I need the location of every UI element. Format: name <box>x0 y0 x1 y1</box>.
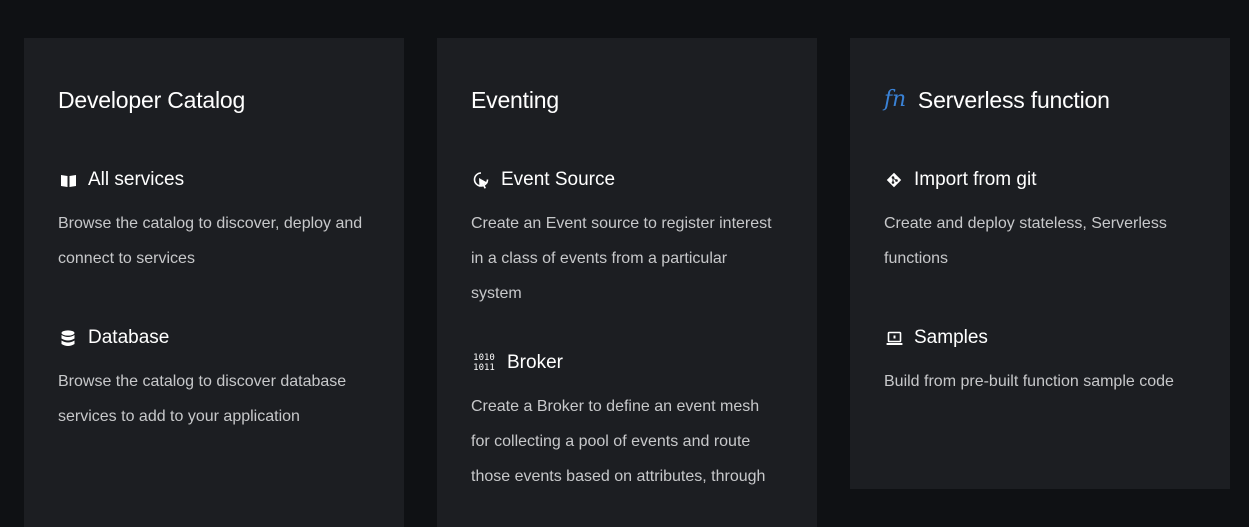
event-source-link[interactable]: Event Source <box>471 166 783 194</box>
git-icon <box>884 170 904 190</box>
database-icon <box>58 328 78 348</box>
serverless-function-title-text: Serverless function <box>917 87 1110 113</box>
serverless-function-card: fn Serverless function Import from git C… <box>850 38 1230 489</box>
database-link[interactable]: Database <box>58 324 370 352</box>
database-item[interactable]: Database Browse the catalog to discover … <box>58 324 370 434</box>
broker-item[interactable]: 1010 1011 Broker Create a Broker to defi… <box>471 349 783 494</box>
samples-label: Samples <box>914 327 988 348</box>
import-from-git-description: Create and deploy stateless, Serverless … <box>884 215 1167 267</box>
eventing-title: Eventing <box>471 87 559 113</box>
database-label: Database <box>88 327 170 348</box>
event-source-label: Event Source <box>501 169 616 190</box>
all-services-description: Browse the catalog to discover, deploy a… <box>58 215 363 267</box>
samples-link[interactable]: Samples <box>884 324 1196 352</box>
binary-broker-icon: 1010 1011 <box>473 353 495 373</box>
samples-description: Build from pre-built function sample cod… <box>884 373 1174 390</box>
event-source-icon <box>471 170 491 190</box>
event-source-description: Create an Event source to register inter… <box>471 215 772 302</box>
broker-label: Broker <box>507 352 563 373</box>
eventing-card: Eventing Event Source Create an Event so… <box>437 38 817 527</box>
samples-item[interactable]: Samples Build from pre-built function sa… <box>884 324 1196 399</box>
all-services-label: All services <box>88 169 185 190</box>
database-description: Browse the catalog to discover database … <box>58 373 347 425</box>
all-services-item[interactable]: All services Browse the catalog to disco… <box>58 166 370 276</box>
import-from-git-item[interactable]: Import from git Create and deploy statel… <box>884 166 1196 276</box>
laptop-icon <box>884 328 904 348</box>
fn-icon: fn <box>884 87 906 112</box>
broker-description: Create a Broker to define an event mesh … <box>471 398 766 485</box>
serverless-function-title: fn Serverless function <box>884 86 1196 114</box>
event-source-item[interactable]: Event Source Create an Event source to r… <box>471 166 783 311</box>
book-icon <box>58 170 78 190</box>
import-from-git-link[interactable]: Import from git <box>884 166 1196 194</box>
import-from-git-label: Import from git <box>914 169 1037 190</box>
broker-link[interactable]: 1010 1011 Broker <box>471 349 783 377</box>
all-services-link[interactable]: All services <box>58 166 370 194</box>
developer-catalog-card: Developer Catalog All services Browse th… <box>24 38 404 527</box>
add-page: Developer Catalog All services Browse th… <box>0 0 1249 527</box>
developer-catalog-title: Developer Catalog <box>58 87 246 113</box>
